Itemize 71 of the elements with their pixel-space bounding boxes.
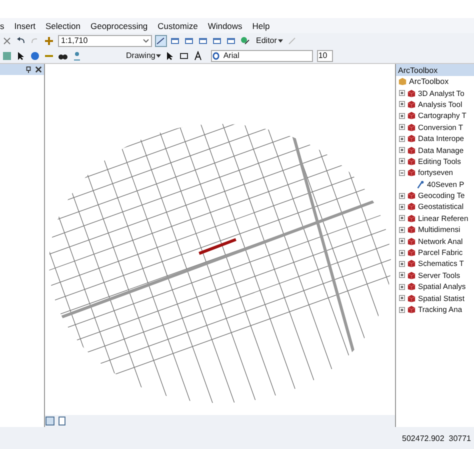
- menu-item[interactable]: Help: [252, 20, 270, 30]
- toolbox-icon: [398, 77, 407, 86]
- pin-icon[interactable]: [25, 66, 32, 73]
- toolbox-icon: [407, 214, 416, 223]
- rectangle-icon[interactable]: [179, 50, 190, 60]
- caret-icon[interactable]: [278, 38, 283, 42]
- editor-toolbar-icon[interactable]: [156, 36, 166, 46]
- expander-icon[interactable]: [399, 101, 405, 108]
- expander-icon[interactable]: [399, 170, 405, 176]
- expander-icon[interactable]: [399, 295, 405, 302]
- toolbox-icon: [407, 168, 416, 178]
- status-coordinates: 502472.902 30771: [402, 434, 471, 442]
- expander-icon[interactable]: [399, 147, 405, 154]
- toolbox-icon: [407, 259, 416, 268]
- add-data-icon[interactable]: [44, 36, 54, 46]
- font-icon: [212, 52, 220, 60]
- select-arrow-icon[interactable]: [165, 50, 176, 60]
- expander-icon[interactable]: [399, 158, 405, 164]
- expander-icon[interactable]: [399, 215, 405, 222]
- editor-menu[interactable]: Editor: [256, 36, 277, 45]
- expander-icon[interactable]: [399, 226, 405, 233]
- menu-item[interactable]: Customize: [158, 20, 198, 30]
- toolbox-icon: [407, 202, 416, 212]
- expander-icon[interactable]: [399, 250, 405, 256]
- expander-icon[interactable]: [399, 90, 405, 96]
- menu-item[interactable]: Insert: [14, 20, 36, 30]
- toolbox-icon: [407, 156, 416, 166]
- expander-icon[interactable]: [399, 204, 405, 210]
- toolbox-icon: [407, 225, 416, 234]
- caret-icon[interactable]: [156, 54, 162, 58]
- toolbox-icon: [407, 111, 416, 120]
- toolbox-icon: [407, 294, 416, 303]
- script-icon: [416, 180, 425, 189]
- expander-icon[interactable]: [399, 260, 405, 267]
- menu-item[interactable]: s: [0, 20, 4, 30]
- toolbox-icon: [407, 146, 416, 155]
- expander-icon[interactable]: [399, 306, 405, 312]
- dropdown-caret-icon[interactable]: [143, 38, 149, 42]
- select-arrow-icon[interactable]: [16, 50, 26, 60]
- undo-icon[interactable]: [16, 36, 26, 46]
- data-view-icon[interactable]: [45, 416, 55, 426]
- layout-view-icon[interactable]: [57, 416, 67, 426]
- toolbox-icon: [407, 88, 416, 98]
- toolbox-icon: [407, 270, 416, 280]
- font-size-field[interactable]: 10: [317, 50, 334, 62]
- expander-icon[interactable]: [399, 136, 405, 142]
- toolbox-icon: [407, 122, 416, 132]
- drawing-menu[interactable]: Drawing: [126, 51, 156, 60]
- toolbox-icon: [407, 134, 416, 144]
- tree-item[interactable]: ArcToolbox: [396, 76, 474, 88]
- toolbox-icon: [407, 236, 416, 246]
- expander-icon[interactable]: [399, 124, 405, 130]
- toolbox-icon: [407, 100, 416, 109]
- expander-icon[interactable]: [399, 112, 405, 119]
- panel-title: ArcToolbox: [396, 64, 474, 76]
- toolbox-icon: [407, 305, 416, 314]
- menu-item[interactable]: Selection: [46, 20, 80, 30]
- toolbox-icon: [407, 248, 416, 258]
- font-field[interactable]: Arial: [211, 50, 314, 62]
- menu-item[interactable]: Geoprocessing: [90, 20, 148, 30]
- toolbox-icon: [407, 191, 416, 200]
- menu-item[interactable]: Windows: [208, 20, 242, 30]
- toolbox-icon: [407, 282, 416, 292]
- cut-icon[interactable]: [2, 36, 12, 46]
- scale-field[interactable]: 1:1,710: [58, 34, 152, 46]
- close-icon[interactable]: [35, 66, 42, 73]
- expander-icon[interactable]: [399, 192, 405, 199]
- expander-icon[interactable]: [399, 238, 405, 244]
- expander-icon[interactable]: [399, 272, 405, 278]
- expander-icon[interactable]: [399, 284, 405, 290]
- text-icon[interactable]: [193, 50, 204, 60]
